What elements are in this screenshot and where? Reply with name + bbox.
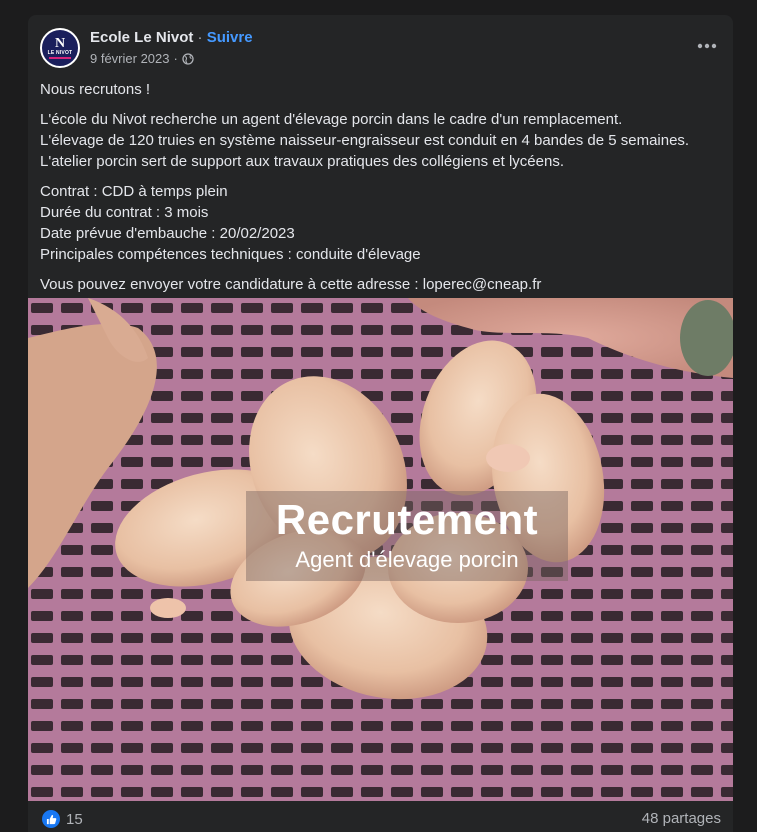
follow-button[interactable]: Suivre [207,29,253,46]
post-meta: 9 février 2023 · [90,51,194,67]
post-line: L'école du Nivot recherche un agent d'él… [40,111,623,128]
post-heading: Nous recrutons ! [40,81,151,98]
post-line: L'élevage de 120 truies en système naiss… [40,132,690,149]
post-date[interactable]: 9 février 2023 [90,51,170,67]
author-name[interactable]: Ecole Le Nivot [90,29,193,46]
post-paragraph-contract: Contrat : CDD à temps plein Durée du con… [40,181,720,265]
post-paragraph-description: L'école du Nivot recherche un agent d'él… [40,109,720,172]
author-separator: · [197,29,203,46]
post-image[interactable]: Recrutement Agent d'élevage porcin [28,298,733,801]
author-line: Ecole Le Nivot · Suivre [90,29,253,47]
post-line: L'atelier porcin sert de support aux tra… [40,153,564,170]
post-text: Nous recrutons ! L'école du Nivot recher… [40,79,720,304]
post-paragraph-contact: Vous pouvez envoyer votre candidature à … [40,276,542,293]
page: N LE NIVOT Ecole Le Nivot · Suivre 9 fév… [0,0,757,832]
post-card: N LE NIVOT Ecole Le Nivot · Suivre 9 fév… [28,15,733,832]
reactions-summary[interactable]: 15 [42,810,83,828]
shares-count[interactable]: 48 partages [642,810,721,827]
post-footer: 15 48 partages [28,801,733,832]
more-options-button[interactable] [695,35,719,55]
post-header: N LE NIVOT Ecole Le Nivot · Suivre 9 fév… [28,15,733,77]
more-horizontal-icon [697,36,717,54]
thumbs-up-icon [42,810,60,828]
post-line: Durée du contrat : 3 mois [40,204,209,221]
reaction-count: 15 [66,810,83,828]
image-subtitle: Agent d'élevage porcin [295,547,519,572]
avatar[interactable]: N LE NIVOT [40,28,80,68]
date-separator: · [173,51,178,66]
avatar-text: LE NIVOT [47,50,73,56]
post-line: Principales compétences techniques : con… [40,246,421,263]
post-line: Contrat : CDD à temps plein [40,183,228,200]
avatar-letter: N [54,36,66,51]
globe-icon [182,53,194,65]
post-line: Date prévue d'embauche : 20/02/2023 [40,225,295,242]
avatar-accent-bar [49,57,71,59]
image-title: Recrutement [275,496,539,543]
